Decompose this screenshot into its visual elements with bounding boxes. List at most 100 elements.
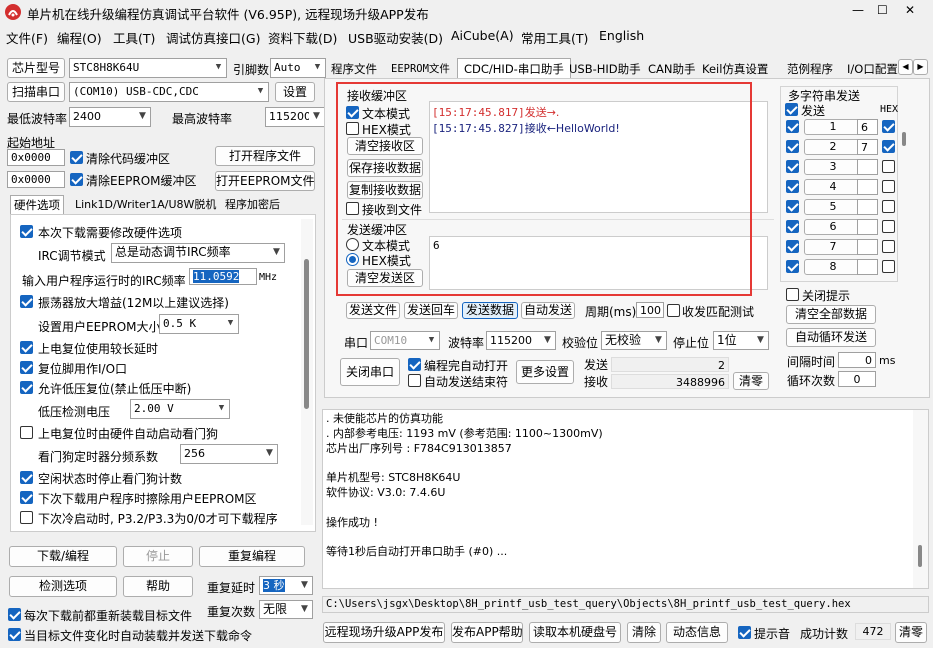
tab-program-encrypt[interactable]: 程序加密后	[222, 196, 283, 214]
clear-eeprom-checkbox[interactable]	[70, 173, 83, 186]
menu-tools[interactable]: 工具(T)	[113, 28, 155, 47]
tab-io-config[interactable]: I/O口配置	[844, 60, 900, 78]
menu-program[interactable]: 编程(O)	[57, 28, 102, 47]
remote-upgrade-button[interactable]: 远程现场升级APP发布	[323, 622, 445, 643]
menu-file[interactable]: 文件(F)	[6, 28, 48, 47]
multi-string-input[interactable]	[857, 199, 878, 215]
auto-send-button[interactable]: 自动发送	[521, 302, 575, 319]
multi-string-input[interactable]	[857, 239, 878, 255]
open-program-file-button[interactable]: 打开程序文件	[215, 146, 315, 166]
modify-hw-options-checkbox[interactable]	[20, 225, 33, 238]
dynamic-info-button[interactable]: 动态信息	[666, 622, 728, 643]
multi-send-header-checkbox[interactable]	[785, 103, 798, 116]
scrollbar-thumb[interactable]	[304, 259, 309, 409]
multi-send-checkbox[interactable]	[786, 260, 799, 273]
stop-button[interactable]: 停止	[123, 546, 193, 567]
menu-english[interactable]: English	[599, 28, 644, 43]
clear-success-button[interactable]: 清零	[895, 622, 927, 643]
multi-send-button[interactable]: 7	[804, 239, 862, 255]
idle-stop-wdt-checkbox[interactable]	[20, 471, 33, 484]
multi-send-button[interactable]: 6	[804, 219, 862, 235]
erase-eeprom-checkbox[interactable]	[20, 491, 33, 504]
download-program-button[interactable]: 下载/编程	[9, 546, 117, 567]
menu-download[interactable]: 资料下载(D)	[268, 28, 337, 47]
tab-hardware-options[interactable]: 硬件选项	[10, 195, 64, 214]
multi-string-input[interactable]	[857, 179, 878, 195]
start-address-input-2[interactable]: 0x0000	[7, 171, 65, 188]
repeat-delay-select[interactable]: 3 秒 ▼	[259, 576, 313, 595]
menu-usb-driver[interactable]: USB驱动安装(D)	[348, 28, 443, 47]
log-scrollbar-thumb[interactable]	[918, 545, 922, 567]
chip-type-label[interactable]: 芯片型号	[7, 58, 65, 78]
min-baud-select[interactable]: 2400 ▼	[69, 107, 151, 127]
multi-send-button[interactable]: 8	[804, 259, 862, 275]
tab-examples[interactable]: 范例程序	[784, 60, 836, 78]
multi-hex-checkbox[interactable]	[882, 140, 895, 153]
chip-type-select[interactable]: STC8H8K64U ▼	[69, 58, 227, 78]
settings-button[interactable]: 设置	[275, 82, 315, 102]
multi-send-checkbox[interactable]	[786, 240, 799, 253]
port-select[interactable]: (COM10) USB-CDC,CDC ▼	[69, 82, 269, 102]
multi-send-checkbox[interactable]	[786, 180, 799, 193]
multi-send-checkbox[interactable]	[786, 140, 799, 153]
stop-bit-select[interactable]: 1位 ▼	[713, 331, 769, 350]
multi-send-checkbox[interactable]	[786, 160, 799, 173]
low-voltage-reset-checkbox[interactable]	[20, 381, 33, 394]
multi-string-input[interactable]	[857, 159, 878, 175]
max-baud-select[interactable]: 115200 ▼	[265, 107, 325, 127]
multi-send-button[interactable]: 2	[804, 139, 862, 155]
baud-select[interactable]: 115200 ▼	[486, 331, 556, 350]
tab-serial-assistant[interactable]: CDC/HID-串口助手	[457, 58, 571, 79]
auto-send-end-checkbox[interactable]	[408, 374, 421, 387]
port-select-right[interactable]: COM10 ▼	[370, 331, 440, 350]
multi-send-button[interactable]: 4	[804, 179, 862, 195]
tab-eeprom-file[interactable]: EEPROM文件	[388, 60, 453, 78]
log-scrollbar[interactable]	[913, 410, 928, 588]
reset-pin-io-checkbox[interactable]	[20, 361, 33, 374]
read-disk-id-button[interactable]: 读取本机硬盘号	[529, 622, 621, 643]
interval-input[interactable]: 0	[838, 352, 876, 368]
loop-count-input[interactable]: 0	[838, 371, 876, 387]
multi-string-input[interactable]: 6	[857, 119, 878, 135]
tab-scroll-left-icon[interactable]: ◀	[898, 59, 913, 75]
open-eeprom-file-button[interactable]: 打开EEPROM文件	[215, 171, 315, 191]
multi-hex-checkbox[interactable]	[882, 220, 895, 233]
multi-string-input[interactable]	[857, 219, 878, 235]
multi-hex-checkbox[interactable]	[882, 120, 895, 133]
multi-send-checkbox[interactable]	[786, 120, 799, 133]
irc-mode-select[interactable]: 总是动态调节IRC频率 ▼	[111, 243, 285, 263]
eeprom-size-select[interactable]: 0.5 K ▼	[159, 314, 239, 334]
start-address-input-1[interactable]: 0x0000	[7, 149, 65, 166]
close-port-button[interactable]: 关闭串口	[340, 358, 400, 386]
send-enter-button[interactable]: 发送回车	[404, 302, 458, 319]
scan-port-button[interactable]: 扫描串口	[7, 82, 65, 102]
multi-hex-checkbox[interactable]	[882, 180, 895, 193]
publish-help-button[interactable]: 发布APP帮助	[451, 622, 523, 643]
multi-send-button[interactable]: 1	[804, 119, 862, 135]
auto-loop-send-button[interactable]: 自动循环发送	[786, 328, 876, 347]
multi-scrollbar-thumb[interactable]	[902, 132, 906, 146]
auto-open-checkbox[interactable]	[408, 358, 421, 371]
menu-aicube[interactable]: AiCube(A)	[451, 28, 514, 43]
close-button[interactable]: ✕	[905, 3, 915, 17]
multi-send-checkbox[interactable]	[786, 200, 799, 213]
scrollbar[interactable]	[301, 219, 313, 525]
period-input[interactable]: 100	[636, 302, 664, 318]
multi-hex-checkbox[interactable]	[882, 160, 895, 173]
multi-send-checkbox[interactable]	[786, 220, 799, 233]
pin-count-select[interactable]: Auto ▼	[270, 58, 326, 78]
clear-count-button[interactable]: 清零	[733, 372, 769, 390]
close-tip-checkbox[interactable]	[786, 288, 799, 301]
tab-keil-settings[interactable]: Keil仿真设置	[699, 60, 771, 78]
multi-scrollbar[interactable]	[899, 100, 909, 278]
minimize-button[interactable]: —	[852, 3, 864, 17]
detect-options-button[interactable]: 检测选项	[9, 576, 117, 597]
tab-usb-hid[interactable]: USB-HID助手	[566, 60, 644, 78]
menu-common-tools[interactable]: 常用工具(T)	[521, 28, 588, 47]
tab-program-file[interactable]: 程序文件	[328, 60, 380, 78]
multi-hex-checkbox[interactable]	[882, 240, 895, 253]
auto-load-checkbox[interactable]	[8, 628, 21, 641]
tab-scroll-right-icon[interactable]: ▶	[913, 59, 928, 75]
maximize-button[interactable]: ☐	[877, 3, 888, 17]
help-button[interactable]: 帮助	[123, 576, 193, 597]
